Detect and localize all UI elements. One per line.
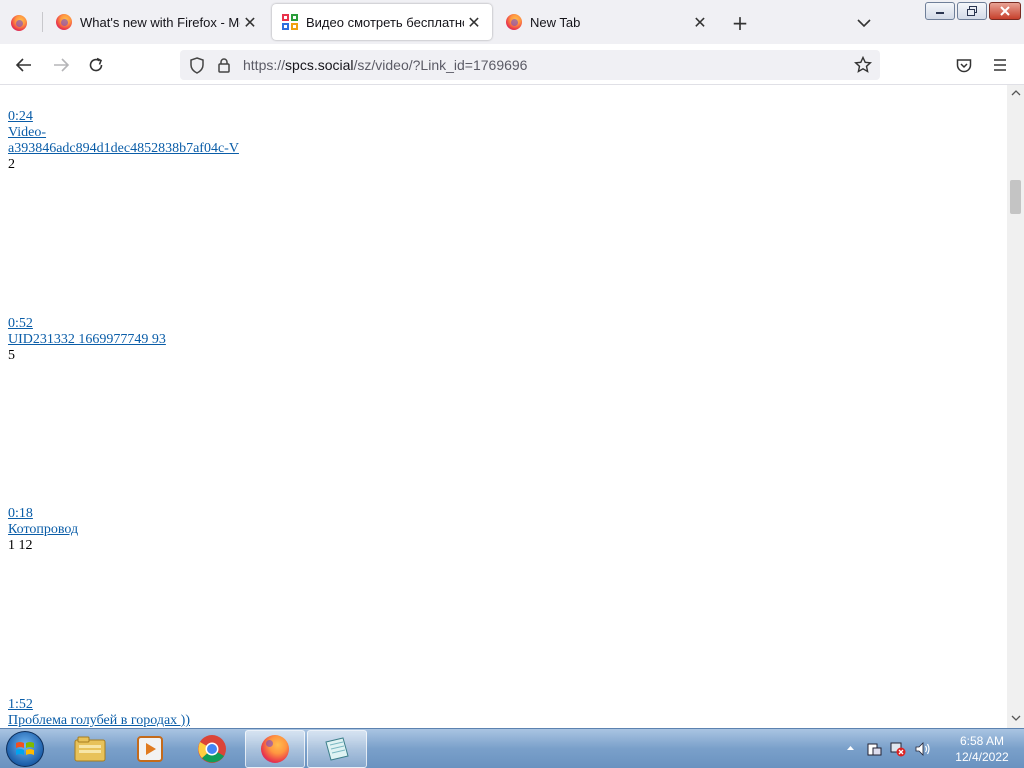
start-button[interactable] (6, 731, 44, 767)
media-player-icon (137, 736, 163, 762)
video-duration-link[interactable]: 1:52 (8, 697, 190, 713)
video-item: 1:52 Проблема голубей в городах )) (8, 697, 190, 728)
bookmark-star-icon[interactable] (854, 56, 872, 74)
tab-label: What's new with Firefox - More (80, 14, 240, 30)
video-title-link[interactable]: Проблема голубей в городах )) (8, 713, 190, 728)
minimize-icon (936, 12, 944, 14)
scroll-up-arrow[interactable] (1010, 87, 1021, 98)
video-item: 0:24 Video-a393846adc894d1dec4852838b7af… (8, 109, 239, 173)
vertical-scrollbar[interactable] (1007, 85, 1024, 728)
site-grid-icon (282, 14, 298, 30)
chevron-up-icon (1011, 90, 1020, 96)
video-item: 0:18 Котопровод 1 12 (8, 506, 78, 554)
list-all-tabs-button[interactable] (852, 11, 876, 35)
clock-date: 12/4/2022 (955, 750, 1009, 764)
action-center-flag-icon[interactable] (866, 741, 882, 757)
close-icon (1000, 6, 1010, 16)
video-duration-link[interactable]: 0:52 (8, 316, 166, 332)
reload-button[interactable] (83, 52, 109, 78)
plus-icon: + (731, 11, 749, 35)
back-button[interactable] (11, 52, 37, 78)
tab-label: New Tab (530, 14, 581, 30)
url-path: /sz/video/?Link_id=1769696 (353, 57, 528, 73)
chrome-icon (198, 735, 226, 763)
video-views: 5 (8, 348, 15, 363)
video-title-link[interactable]: Video-a393846adc894d1dec4852838b7af04c-V (8, 125, 239, 157)
tab-video[interactable]: Видео смотреть бесплатно онлайн ✕ (272, 4, 492, 40)
new-tab-button[interactable]: + (728, 11, 752, 35)
page-content: 0:24 Video-a393846adc894d1dec4852838b7af… (0, 85, 1007, 728)
close-window-button[interactable] (989, 2, 1021, 20)
forward-button[interactable] (48, 52, 74, 78)
arrow-right-icon (54, 58, 70, 72)
taskbar-explorer[interactable] (60, 730, 120, 768)
close-tab-icon[interactable]: ✕ (690, 12, 710, 32)
show-hidden-icons-icon[interactable] (846, 745, 855, 751)
system-tray: 6:58 AM 12/4/2022 (840, 729, 1024, 768)
video-title-link[interactable]: UID231332 1669977749 93 (8, 332, 166, 348)
taskbar-firefox[interactable] (245, 730, 305, 768)
firefox-view-button[interactable] (8, 12, 30, 34)
url-scheme: https:// (243, 57, 286, 73)
tracking-protection-shield-icon[interactable] (189, 57, 205, 74)
tab-strip: What's new with Firefox - More ✕ Видео с… (0, 0, 1024, 44)
video-title-line: Video- (8, 125, 47, 140)
firefox-icon (56, 14, 72, 30)
network-error-icon[interactable] (890, 741, 906, 757)
lock-icon[interactable] (217, 57, 231, 73)
scroll-down-arrow[interactable] (1010, 713, 1021, 724)
clock-time: 6:58 AM (959, 734, 1005, 748)
pocket-icon (956, 58, 972, 72)
tab-separator (42, 12, 43, 32)
windows-logo-icon (16, 742, 34, 755)
notepad-icon (325, 737, 349, 761)
scrollbar-thumb[interactable] (1010, 180, 1021, 214)
tab-whats-new[interactable]: What's new with Firefox - More ✕ (46, 4, 268, 40)
pocket-button[interactable] (951, 52, 977, 78)
video-views: 1 12 (8, 538, 33, 553)
video-title-line: a393846adc894d1dec4852838b7af04c-V (8, 141, 239, 156)
video-duration-link[interactable]: 0:24 (8, 109, 239, 125)
volume-icon[interactable] (914, 741, 932, 757)
close-tab-icon[interactable]: ✕ (464, 12, 484, 32)
navigation-toolbar: https://spcs.social/sz/video/?Link_id=17… (0, 44, 1024, 85)
app-menu-button[interactable] (987, 52, 1013, 78)
taskbar-notepad[interactable] (307, 730, 367, 768)
video-title-link[interactable]: Котопровод (8, 522, 78, 538)
windows-taskbar: 6:58 AM 12/4/2022 (0, 728, 1024, 768)
tab-new-tab[interactable]: New Tab ✕ (496, 4, 718, 40)
taskbar-media-player[interactable] (120, 730, 180, 768)
firefox-icon (261, 735, 289, 763)
firefox-icon (506, 14, 522, 30)
system-clock[interactable]: 6:58 AM 12/4/2022 (942, 733, 1022, 765)
reload-icon (89, 57, 103, 72)
video-views: 2 (8, 157, 15, 172)
url-text[interactable]: https://spcs.social/sz/video/?Link_id=17… (243, 57, 527, 73)
video-duration-link[interactable]: 0:18 (8, 506, 78, 522)
restore-button[interactable] (957, 2, 987, 20)
firefox-icon (11, 15, 27, 31)
taskbar-chrome[interactable] (182, 730, 242, 768)
url-host: spcs.social (285, 57, 354, 73)
close-tab-icon[interactable]: ✕ (240, 12, 260, 32)
restore-icon (967, 6, 977, 16)
minimize-button[interactable] (925, 2, 955, 20)
folder-icon (74, 736, 106, 762)
chevron-down-icon (857, 19, 871, 28)
url-bar[interactable]: https://spcs.social/sz/video/?Link_id=17… (180, 50, 880, 80)
chevron-down-icon (1011, 715, 1020, 721)
arrow-left-icon (15, 58, 31, 72)
video-item: 0:52 UID231332 1669977749 93 5 (8, 316, 166, 364)
tab-label: Видео смотреть бесплатно онлайн (306, 14, 464, 30)
hamburger-menu-icon (994, 59, 1006, 71)
